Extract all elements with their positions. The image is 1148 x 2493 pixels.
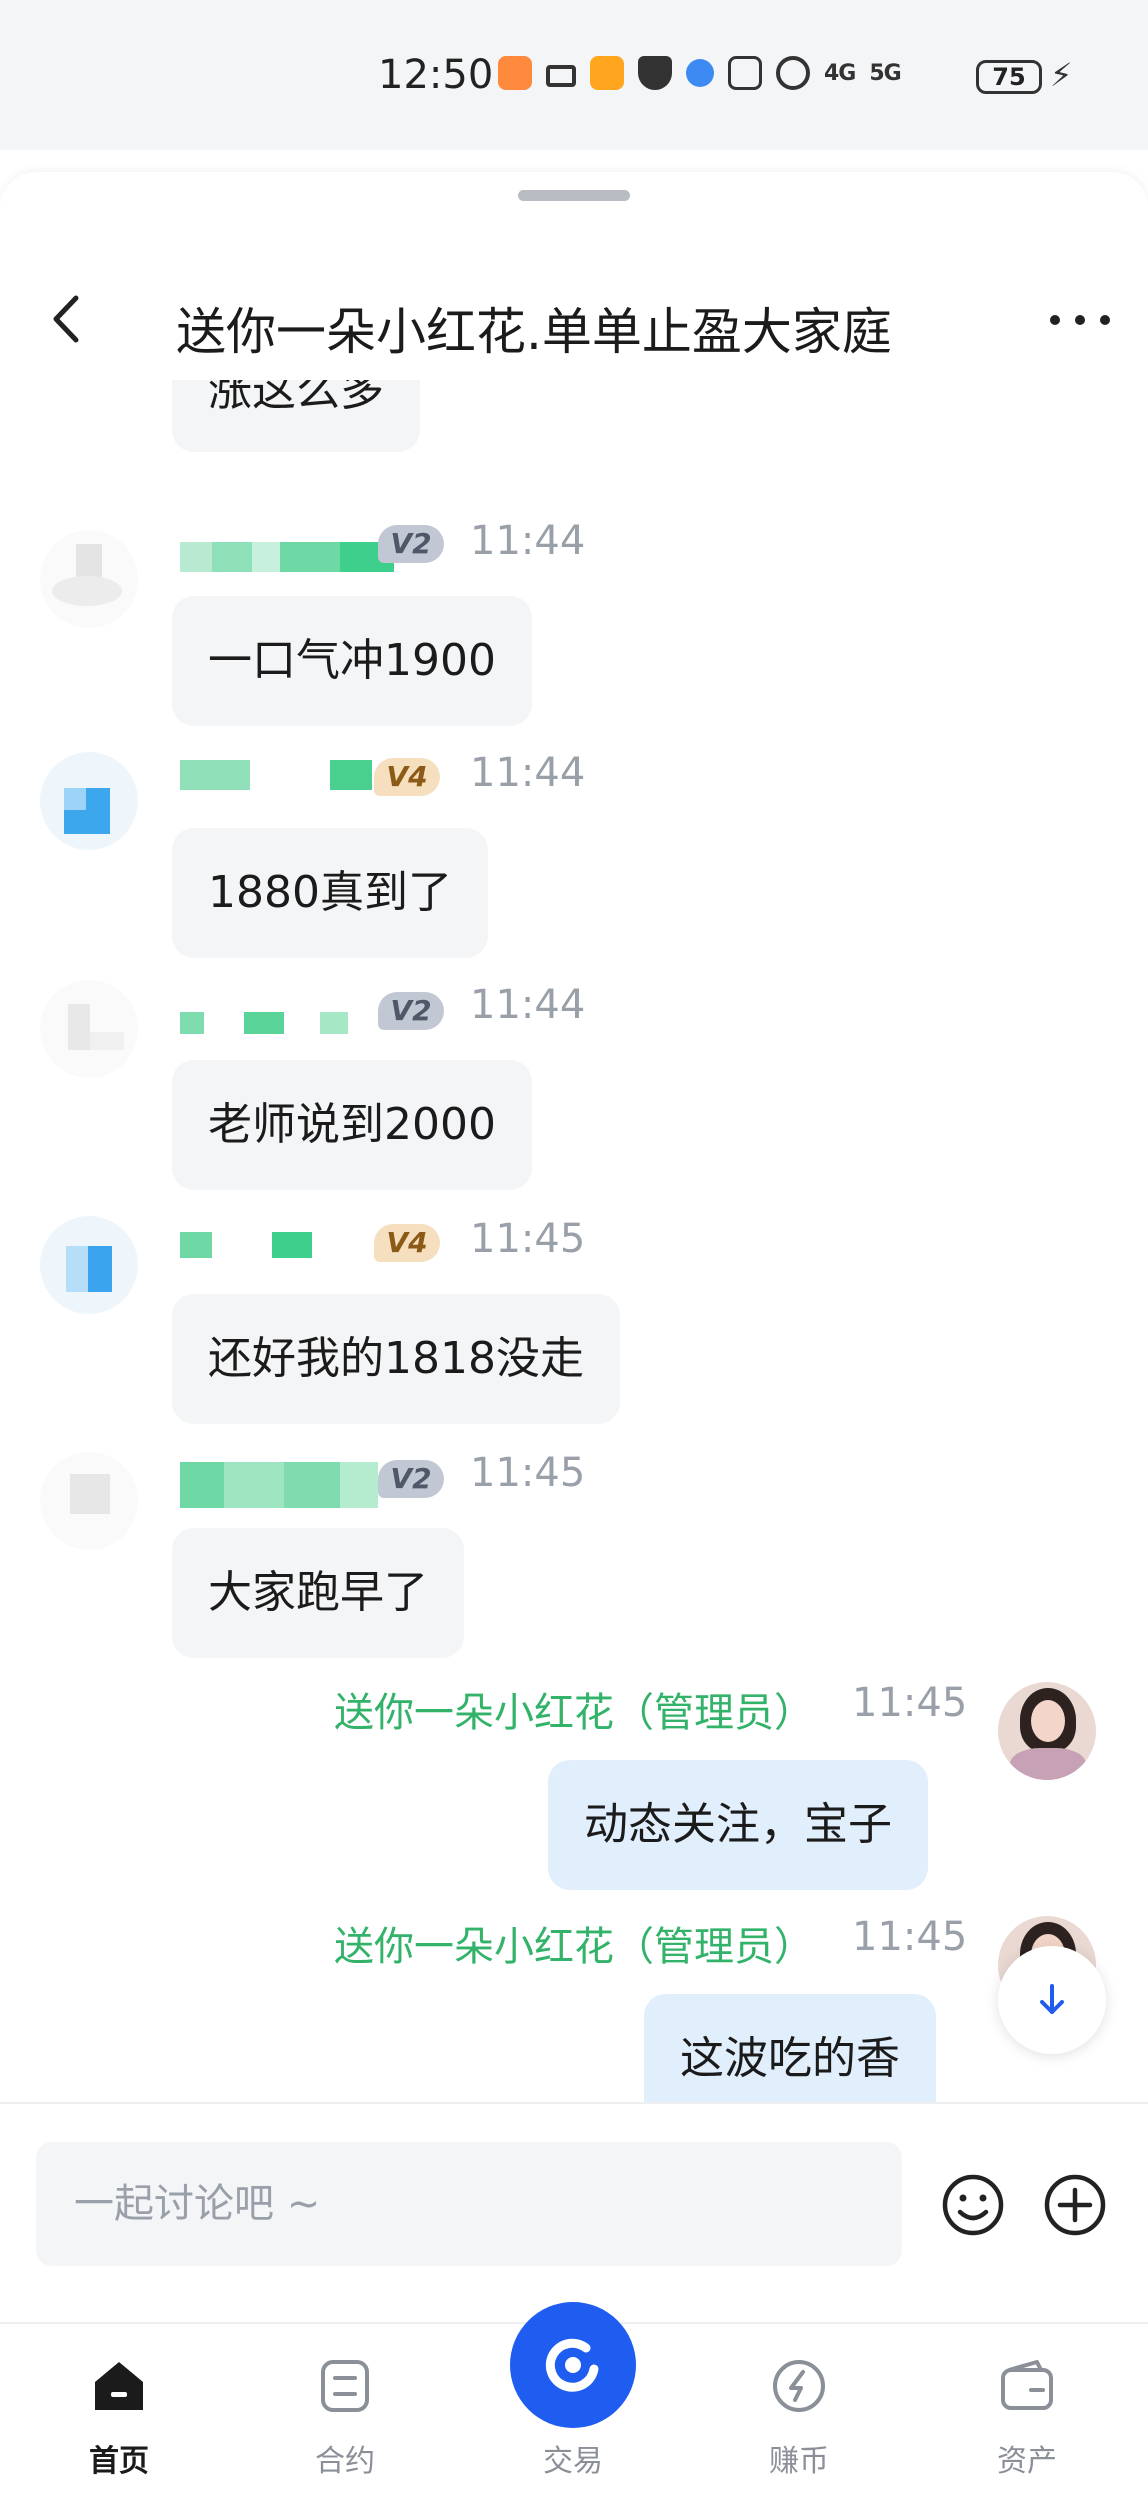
user-name-blurred bbox=[180, 542, 394, 572]
admin-sender-name: 送你一朵小红花（管理员） bbox=[334, 1924, 814, 1970]
signal-4g-icon: 4G bbox=[824, 60, 856, 86]
contract-icon bbox=[321, 2360, 369, 2412]
wallet-icon bbox=[1001, 2360, 1053, 2410]
message-bubble[interactable]: 大家跑早了 bbox=[172, 1528, 464, 1658]
message-bubble[interactable]: 涨这么多 bbox=[172, 380, 420, 452]
user-name-blurred bbox=[180, 1462, 378, 1508]
nav-trade[interactable]: 交易 bbox=[498, 2302, 648, 2493]
user-name-blurred bbox=[180, 1012, 348, 1034]
message-time: 11:45 bbox=[852, 1914, 968, 1960]
status-bar: 12:50 4G 5G 75 ⚡ bbox=[0, 0, 1148, 150]
chat-header: 送你一朵小红花.单单止盈大家庭 bbox=[0, 272, 1148, 382]
smile-icon bbox=[942, 2174, 1004, 2236]
user-name-blurred bbox=[180, 760, 372, 790]
user-avatar[interactable] bbox=[40, 980, 138, 1078]
trade-icon bbox=[545, 2338, 599, 2392]
globe-icon bbox=[686, 59, 714, 87]
admin-sender-name: 送你一朵小红花（管理员） bbox=[334, 1690, 814, 1736]
level-badge: V2 bbox=[378, 992, 444, 1030]
user-avatar[interactable] bbox=[40, 1452, 138, 1550]
signal-5g-icon: 5G bbox=[869, 60, 901, 86]
nav-home[interactable]: 首页 bbox=[44, 2324, 194, 2493]
nav-label: 合约 bbox=[315, 2444, 375, 2479]
link-icon bbox=[546, 65, 576, 87]
nav-label: 资产 bbox=[997, 2444, 1057, 2479]
message-bubble[interactable]: 1880真到了 bbox=[172, 828, 488, 958]
bottom-navigation: 首页 合约 交易 赚币 资产 bbox=[0, 2302, 1148, 2493]
message-time: 11:45 bbox=[470, 1450, 586, 1496]
more-options-button[interactable] bbox=[1050, 310, 1110, 330]
emoji-button[interactable] bbox=[938, 2170, 1008, 2240]
message-time: 11:45 bbox=[470, 1216, 586, 1262]
message-bubble[interactable]: 一口气冲1900 bbox=[172, 596, 532, 726]
more-dot-icon bbox=[1100, 315, 1110, 325]
nfc-icon bbox=[728, 56, 762, 90]
battery-icon: 75 bbox=[976, 60, 1042, 94]
nav-earn[interactable]: 赚币 bbox=[724, 2324, 874, 2493]
nav-label: 交易 bbox=[543, 2444, 603, 2479]
user-avatar[interactable] bbox=[40, 752, 138, 850]
scroll-to-bottom-button[interactable] bbox=[998, 1946, 1106, 2054]
nav-label: 首页 bbox=[89, 2444, 149, 2479]
user-avatar[interactable] bbox=[40, 1216, 138, 1314]
message-time: 11:44 bbox=[470, 518, 586, 564]
level-badge: V4 bbox=[374, 758, 440, 796]
message-list[interactable]: 涨这么多 V2 11:44 一口气冲1900 V4 11:44 1880真到了 … bbox=[0, 380, 1148, 2102]
charging-icon: ⚡ bbox=[1050, 56, 1073, 94]
level-badge: V2 bbox=[378, 525, 444, 563]
shield-icon bbox=[638, 56, 672, 90]
message-time: 11:44 bbox=[470, 982, 586, 1028]
user-avatar[interactable] bbox=[40, 530, 138, 628]
message-time: 11:45 bbox=[852, 1680, 968, 1726]
more-dot-icon bbox=[1050, 315, 1060, 325]
more-dot-icon bbox=[1075, 315, 1085, 325]
nav-assets[interactable]: 资产 bbox=[952, 2324, 1102, 2493]
message-bubble[interactable]: 还好我的1818没走 bbox=[172, 1294, 620, 1424]
back-arrow-icon bbox=[53, 295, 79, 343]
chat-input-bar: 一起讨论吧 ~ bbox=[0, 2102, 1148, 2322]
trade-button[interactable] bbox=[510, 2302, 636, 2428]
message-time: 11:44 bbox=[470, 750, 586, 796]
admin-avatar[interactable] bbox=[998, 1682, 1096, 1780]
add-attachment-button[interactable] bbox=[1040, 2170, 1110, 2240]
my-message-bubble[interactable]: 这波吃的香 bbox=[644, 1994, 936, 2102]
level-badge: V4 bbox=[374, 1224, 440, 1262]
arrow-down-icon bbox=[1040, 1984, 1064, 2014]
home-icon bbox=[95, 2362, 143, 2410]
app-badge-icon bbox=[590, 56, 624, 90]
message-bubble[interactable]: 老师说到2000 bbox=[172, 1060, 532, 1190]
nav-label: 赚币 bbox=[769, 2444, 829, 2479]
my-message-bubble[interactable]: 动态关注，宝子 bbox=[548, 1760, 928, 1890]
status-time: 12:50 bbox=[378, 52, 494, 98]
status-icons: 4G 5G bbox=[498, 56, 902, 90]
nav-contract[interactable]: 合约 bbox=[270, 2324, 420, 2493]
level-badge: V2 bbox=[378, 1460, 444, 1498]
message-input[interactable]: 一起讨论吧 ~ bbox=[36, 2142, 902, 2266]
plus-circle-icon bbox=[1044, 2174, 1106, 2236]
user-name-blurred bbox=[180, 1232, 312, 1258]
drag-handle[interactable] bbox=[518, 190, 630, 201]
back-button[interactable] bbox=[40, 284, 100, 354]
alarm-icon bbox=[776, 56, 810, 90]
app-notification-icon bbox=[498, 56, 532, 90]
chat-title: 送你一朵小红花.单单止盈大家庭 bbox=[176, 303, 892, 361]
earn-icon bbox=[773, 2360, 825, 2412]
